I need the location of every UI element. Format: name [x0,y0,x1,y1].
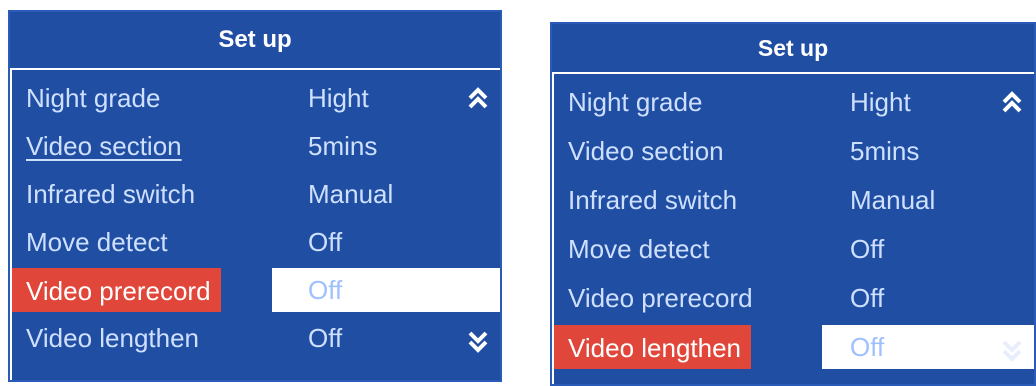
menu-item-label: Night grade [568,87,703,117]
menu-item-label: Video lengthen [554,325,752,369]
menu-item-label: Move detect [26,227,168,257]
double-chevron-up-icon[interactable] [1000,88,1024,116]
settings-list: Night grade Hight Video section 5mins In… [10,70,500,380]
menu-item-label: Night grade [26,83,161,113]
menu-item-value: Off [850,283,885,313]
menu-item-value: 5mins [850,136,920,166]
selected-value-highlight [272,268,500,312]
menu-item-night-grade[interactable]: Night grade Hight [554,78,1034,127]
setup-menu-right: Set up Night grade Hight Video section 5… [550,22,1036,386]
menu-item-video-lengthen[interactable]: Video lengthen Off [12,314,500,362]
menu-item-label: Video section [26,131,182,161]
menu-item-value: Off [850,332,885,362]
menu-item-label: Video section [568,136,724,166]
menu-item-label: Infrared switch [568,185,738,215]
double-chevron-down-icon[interactable] [1000,337,1024,365]
menu-item-value: 5mins [308,131,378,161]
menu-item-video-prerecord[interactable]: Video prerecord Off [554,274,1034,323]
menu-item-value: Manual [308,179,394,209]
menu-item-video-section[interactable]: Video section 5mins [554,127,1034,176]
menu-item-video-lengthen[interactable]: Video lengthen Off [554,323,1034,372]
menu-item-value: Off [308,227,343,257]
menu-item-value: Hight [850,87,911,117]
menu-title: Set up [552,24,1034,74]
menu-item-value: Off [308,275,343,305]
double-chevron-up-icon[interactable] [466,84,490,112]
menu-item-video-prerecord[interactable]: Video prerecord Off [12,266,500,314]
menu-item-label: Infrared switch [26,179,196,209]
menu-title: Set up [10,12,500,70]
menu-item-value: Hight [308,83,369,113]
menu-item-move-detect[interactable]: Move detect Off [12,218,500,266]
menu-item-move-detect[interactable]: Move detect Off [554,225,1034,274]
menu-item-value: Off [308,323,343,353]
menu-item-value: Off [850,234,885,264]
menu-item-infrared-switch[interactable]: Infrared switch Manual [12,170,500,218]
menu-item-infrared-switch[interactable]: Infrared switch Manual [554,176,1034,225]
setup-menu-left: Set up Night grade Hight Video section 5… [8,10,502,382]
menu-item-video-section[interactable]: Video section 5mins [12,122,500,170]
double-chevron-down-icon[interactable] [466,328,490,356]
menu-item-label: Move detect [568,234,710,264]
menu-item-label: Video prerecord [12,268,221,312]
menu-item-night-grade[interactable]: Night grade Hight [12,74,500,122]
menu-item-label: Video lengthen [26,323,200,353]
menu-item-label: Video prerecord [568,283,753,313]
settings-list: Night grade Hight Video section 5mins In… [552,74,1034,384]
menu-item-value: Manual [850,185,936,215]
